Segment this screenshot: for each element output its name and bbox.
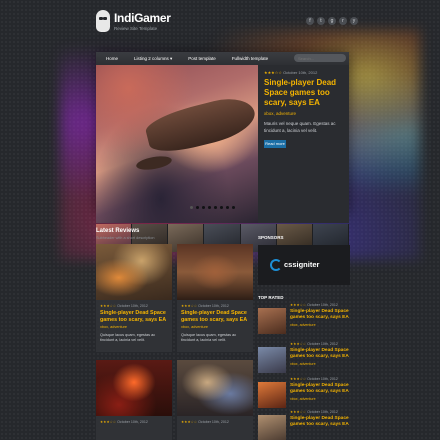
search-input[interactable] (294, 54, 346, 62)
featured-slider: Home Listing 2 columns ▾ Post template F… (96, 52, 349, 252)
slide-date: October 10th, 2012 (283, 70, 318, 75)
google-plus-icon[interactable]: g (328, 17, 336, 25)
pager-dot[interactable] (220, 206, 223, 209)
slide-tags[interactable]: xbox, adventure (264, 111, 343, 116)
pager-dot[interactable] (214, 206, 217, 209)
review-image[interactable] (96, 360, 172, 416)
rss-icon[interactable]: r (339, 17, 347, 25)
read-more-button[interactable]: Read more (264, 140, 286, 148)
top-rated-meta: ★★★☆☆ October 10th, 2012 (290, 342, 350, 346)
top-rated-title-link[interactable]: Single-player Dead Space games too scary… (290, 416, 350, 428)
review-card[interactable]: ★★★☆☆ October 10th, 2012 (96, 360, 172, 440)
site-title: IndiGamer (114, 11, 171, 25)
pager-dot[interactable] (196, 206, 199, 209)
social-links: f t g r y (306, 17, 358, 25)
top-rated-thumbnail[interactable] (258, 382, 286, 408)
top-rated-date: October 10th, 2012 (307, 410, 338, 414)
facebook-icon[interactable]: f (306, 17, 314, 25)
top-rated-item[interactable]: ★★★☆☆ October 10th, 2012 Single-player D… (258, 342, 350, 380)
top-rated-title-link[interactable]: Single-player Dead Space games too scary… (290, 348, 350, 360)
slide-title[interactable]: Single-player Dead Space games too scary… (264, 78, 343, 108)
review-card[interactable]: ★★★☆☆ October 10th, 2012 (177, 360, 253, 440)
top-rated-title: TOP RATED (258, 295, 284, 300)
review-image[interactable] (96, 244, 172, 300)
review-image[interactable] (177, 244, 253, 300)
nav-item-home[interactable]: Home (106, 56, 118, 61)
review-card[interactable]: ★★★☆☆ October 10th, 2012 Single-player D… (177, 244, 253, 352)
review-date: October 10th, 2012 (198, 304, 229, 308)
rating-stars-icon: ★★★☆☆ (100, 304, 117, 308)
review-excerpt: Quisque lacus quam, egestas ac tincidunt… (181, 333, 237, 342)
slide-image[interactable] (96, 65, 258, 223)
nav-item-fullwidth-template[interactable]: Fullwidth template (232, 56, 268, 61)
top-rated-date: October 10th, 2012 (307, 377, 338, 381)
review-image[interactable] (177, 360, 253, 416)
review-tags[interactable]: xbox, adventure (181, 325, 249, 329)
top-rated-thumbnail[interactable] (258, 415, 286, 440)
cssigniter-logo-icon (270, 259, 282, 271)
top-rated-meta: ★★★☆☆ October 10th, 2012 (290, 303, 350, 307)
rating-stars-icon: ★★★☆☆ (181, 304, 198, 308)
review-title[interactable]: Single-player Dead Space games too scary… (100, 310, 168, 323)
top-rated-meta: ★★★☆☆ October 10th, 2012 (290, 377, 350, 381)
pager-dot[interactable] (226, 206, 229, 209)
small-airship-illustration (135, 153, 173, 173)
pager-dot[interactable] (202, 206, 205, 209)
sponsor-logo: cssigniter (270, 259, 340, 271)
slide-meta: ★★★☆☆ October 10th, 2012 (264, 70, 343, 75)
nav-item-post-template[interactable]: Post template (188, 56, 216, 61)
youtube-icon[interactable]: y (350, 17, 358, 25)
slide-info: ★★★☆☆ October 10th, 2012 Single-player D… (258, 65, 349, 223)
rating-stars-icon: ★★★☆☆ (290, 303, 307, 307)
rating-stars-icon: ★★★☆☆ (264, 70, 282, 75)
review-excerpt: Quisque lacus quam, egestas ac tincidunt… (100, 333, 156, 342)
latest-reviews-subtitle: Subheader with a short description (96, 236, 155, 240)
rating-stars-icon: ★★★☆☆ (290, 377, 307, 381)
top-rated-tags[interactable]: xbox, adventure (290, 362, 350, 366)
top-rated-item[interactable]: ★★★☆☆ October 10th, 2012 Single-player D… (258, 303, 350, 341)
skull-logo-icon (96, 10, 110, 32)
sponsors-title: SPONSORS (258, 235, 284, 240)
rating-stars-icon: ★★★☆☆ (181, 420, 198, 424)
review-meta: ★★★☆☆ October 10th, 2012 (100, 420, 168, 424)
site-subtitle: Review Site Template (114, 26, 158, 31)
top-rated-date: October 10th, 2012 (307, 303, 338, 307)
slider-pager (190, 206, 235, 209)
review-date: October 10th, 2012 (198, 420, 229, 424)
airship-illustration (142, 92, 258, 158)
rating-stars-icon: ★★★☆☆ (290, 342, 307, 346)
top-rated-title-link[interactable]: Single-player Dead Space games too scary… (290, 309, 350, 321)
review-meta: ★★★☆☆ October 10th, 2012 (100, 304, 168, 308)
pager-dot[interactable] (232, 206, 235, 209)
top-rated-item[interactable]: ★★★☆☆ October 10th, 2012 Single-player D… (258, 410, 350, 440)
review-date: October 10th, 2012 (117, 420, 148, 424)
rating-stars-icon: ★★★☆☆ (290, 410, 307, 414)
review-tags[interactable]: xbox, adventure (100, 325, 168, 329)
pager-dot[interactable] (190, 206, 193, 209)
review-title[interactable]: Single-player Dead Space games too scary… (181, 310, 249, 323)
main-nav: Home Listing 2 columns ▾ Post template F… (96, 52, 349, 65)
slide-excerpt: Mauris vel neque quam. Egestas ac tincid… (264, 121, 336, 133)
top-rated-meta: ★★★☆☆ October 10th, 2012 (290, 410, 350, 414)
top-rated-tags[interactable]: xbox, adventure (290, 397, 350, 401)
pager-dot[interactable] (208, 206, 211, 209)
review-meta: ★★★☆☆ October 10th, 2012 (181, 304, 249, 308)
twitter-icon[interactable]: t (317, 17, 325, 25)
review-date: October 10th, 2012 (117, 304, 148, 308)
sponsor-banner[interactable]: cssigniter (258, 245, 350, 285)
latest-reviews-title: Latest Reviews (96, 228, 140, 234)
rating-stars-icon: ★★★☆☆ (100, 420, 117, 424)
nav-item-listing[interactable]: Listing 2 columns ▾ (134, 56, 172, 62)
sponsor-name: cssigniter (284, 260, 320, 269)
top-rated-date: October 10th, 2012 (307, 342, 338, 346)
review-meta: ★★★☆☆ October 10th, 2012 (181, 420, 249, 424)
top-rated-tags[interactable]: xbox, adventure (290, 323, 350, 327)
top-rated-thumbnail[interactable] (258, 308, 286, 334)
top-rated-thumbnail[interactable] (258, 347, 286, 373)
top-rated-title-link[interactable]: Single-player Dead Space games too scary… (290, 383, 350, 395)
review-card[interactable]: ★★★☆☆ October 10th, 2012 Single-player D… (96, 244, 172, 352)
